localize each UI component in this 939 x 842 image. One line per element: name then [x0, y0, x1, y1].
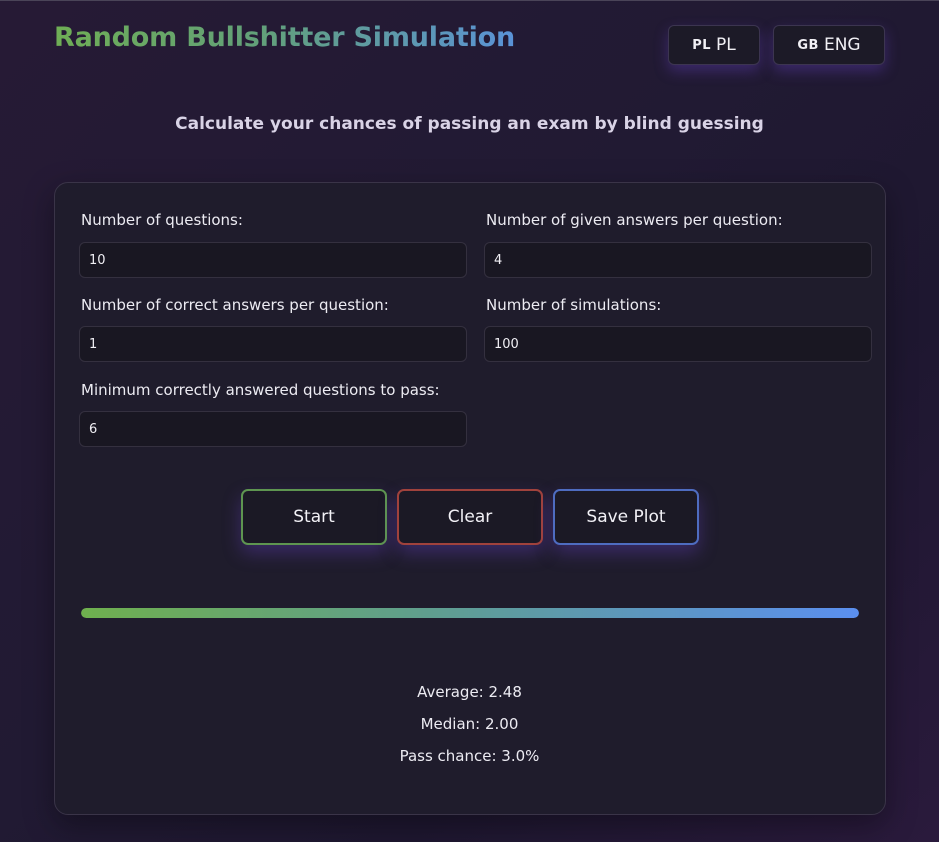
questions-label: Number of questions:	[81, 211, 243, 229]
average-result: Average: 2.48	[417, 683, 522, 701]
language-label-pl: PL	[716, 35, 736, 55]
correct-answers-label: Number of correct answers per question:	[81, 296, 389, 314]
min-pass-input[interactable]	[79, 411, 467, 447]
app-title: Random Bullshitter Simulation	[54, 22, 516, 53]
language-button-pl[interactable]: PL PL	[668, 25, 760, 65]
save-plot-button[interactable]: Save Plot	[553, 489, 699, 545]
simulations-label: Number of simulations:	[486, 296, 662, 314]
answers-per-question-input[interactable]	[484, 242, 872, 278]
language-button-eng[interactable]: GB ENG	[773, 25, 885, 65]
language-label-eng: ENG	[823, 35, 861, 55]
pass-chance-result: Pass chance: 3.0%	[399, 747, 540, 765]
simulations-input[interactable]	[484, 326, 872, 362]
correct-answers-input[interactable]	[79, 326, 467, 362]
answers-per-question-label: Number of given answers per question:	[486, 211, 783, 229]
progress-bar	[81, 608, 859, 618]
page-subtitle: Calculate your chances of passing an exa…	[175, 114, 764, 134]
median-result: Median: 2.00	[420, 715, 519, 733]
start-button[interactable]: Start	[241, 489, 387, 545]
window-top-border	[0, 0, 939, 1]
questions-input[interactable]	[79, 242, 467, 278]
clear-button[interactable]: Clear	[397, 489, 543, 545]
gb-flag-icon: GB	[797, 37, 819, 53]
min-pass-label: Minimum correctly answered questions to …	[81, 381, 440, 399]
progress-bar-fill	[81, 608, 859, 618]
pl-flag-icon: PL	[692, 37, 712, 53]
